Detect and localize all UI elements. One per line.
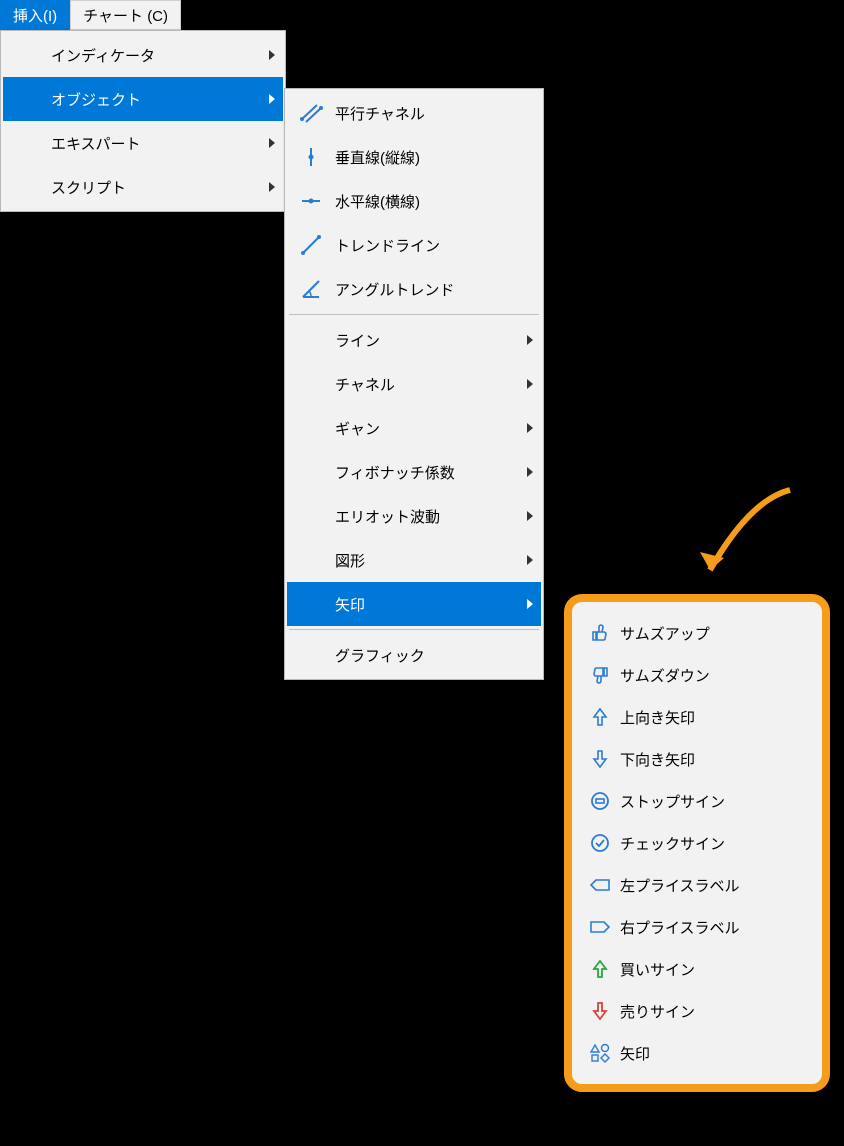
submenu-arrow-icon [527,467,533,477]
stop-sign-icon [586,791,614,811]
menu-thumbs-down-label: サムズダウン [620,665,798,686]
menu-indicators[interactable]: インディケータ [3,33,283,77]
menu-shapes-label: 図形 [335,550,507,571]
menu-parallel-channel-label: 平行チャネル [335,103,533,124]
menu-fibonacci[interactable]: フィボナッチ係数 [287,450,541,494]
arrow-down-icon [586,749,614,769]
menu-right-price[interactable]: 右プライスラベル [578,906,816,948]
menu-line[interactable]: ライン [287,318,541,362]
menu-experts-label: エキスパート [51,133,249,154]
menu-shapes[interactable]: 図形 [287,538,541,582]
vertical-line-icon [297,145,325,169]
dropdown-insert: インディケータ オブジェクト エキスパート スクリプト [0,30,286,212]
menu-horizontal-line[interactable]: 水平線(横線) [287,179,541,223]
menu-vertical-line-label: 垂直線(縦線) [335,147,533,168]
menu-channel-label: チャネル [335,374,507,395]
submenu-arrow-icon [527,379,533,389]
menu-graphics[interactable]: グラフィック [287,633,541,677]
menu-line-label: ライン [335,330,507,351]
left-price-label-icon [586,877,614,893]
menu-angle-trend-label: アングルトレンド [335,279,533,300]
arrow-shapes-icon [586,1043,614,1063]
submenu-arrow-icon [527,335,533,345]
thumbs-up-icon [586,623,614,643]
menu-elliott-label: エリオット波動 [335,506,507,527]
submenu-arrow-icon [269,94,275,104]
menu-trend-line[interactable]: トレンドライン [287,223,541,267]
menu-experts[interactable]: エキスパート [3,121,283,165]
menu-horizontal-line-label: 水平線(横線) [335,191,533,212]
buy-sign-icon [586,959,614,979]
submenu-arrow-icon [527,423,533,433]
trend-line-icon [297,233,325,257]
menu-arrow-label: 矢印 [620,1043,798,1064]
menu-vertical-line[interactable]: 垂直線(縦線) [287,135,541,179]
menu-parallel-channel[interactable]: 平行チャネル [287,91,541,135]
menu-scripts[interactable]: スクリプト [3,165,283,209]
sell-sign-icon [586,1001,614,1021]
menu-channel[interactable]: チャネル [287,362,541,406]
menu-thumbs-down[interactable]: サムズダウン [578,654,816,696]
menu-sell-sign-label: 売りサイン [620,1001,798,1022]
menubar-chart-label: チャート (C) [83,5,168,26]
menu-stop-sign[interactable]: ストップサイン [578,780,816,822]
menu-left-price[interactable]: 左プライスラベル [578,864,816,906]
menu-buy-sign-label: 買いサイン [620,959,798,980]
menu-stop-sign-label: ストップサイン [620,791,798,812]
menu-arrow-down[interactable]: 下向き矢印 [578,738,816,780]
horizontal-line-icon [297,189,325,213]
menu-objects[interactable]: オブジェクト [3,77,283,121]
submenu-arrow-icon [269,138,275,148]
menu-arrows-label: 矢印 [335,594,507,615]
menu-trend-line-label: トレンドライン [335,235,533,256]
submenu-arrow-icon [527,555,533,565]
menubar-insert-label: 挿入(I) [13,5,57,26]
separator [289,314,539,315]
submenu-arrow-icon [527,511,533,521]
menu-sell-sign[interactable]: 売りサイン [578,990,816,1032]
dropdown-arrows-callout: サムズアップ サムズダウン 上向き矢印 下向き矢印 ストップサイン チェックサイ… [564,594,830,1092]
thumbs-down-icon [586,665,614,685]
separator [289,629,539,630]
check-sign-icon [586,833,614,853]
menu-gann[interactable]: ギャン [287,406,541,450]
submenu-arrow-icon [269,50,275,60]
menubar-chart[interactable]: チャート (C) [70,0,181,30]
annotation-arrow-icon [690,480,810,600]
menu-objects-label: オブジェクト [51,89,249,110]
menu-check-sign[interactable]: チェックサイン [578,822,816,864]
menu-thumbs-up-label: サムズアップ [620,623,798,644]
menu-indicators-label: インディケータ [51,45,249,66]
angle-trend-icon [297,277,325,301]
menu-right-price-label: 右プライスラベル [620,917,798,938]
menu-gann-label: ギャン [335,418,507,439]
menu-arrow-down-label: 下向き矢印 [620,749,798,770]
dropdown-objects: 平行チャネル 垂直線(縦線) 水平線(横線) トレンドライン アングルトレンド … [284,88,544,680]
menubar: 挿入(I) チャート (C) [0,0,181,30]
menu-check-sign-label: チェックサイン [620,833,798,854]
right-price-label-icon [586,919,614,935]
menu-angle-trend[interactable]: アングルトレンド [287,267,541,311]
menu-scripts-label: スクリプト [51,177,249,198]
menu-arrow[interactable]: 矢印 [578,1032,816,1074]
menu-buy-sign[interactable]: 買いサイン [578,948,816,990]
menu-thumbs-up[interactable]: サムズアップ [578,612,816,654]
menu-arrow-up-label: 上向き矢印 [620,707,798,728]
menu-arrow-up[interactable]: 上向き矢印 [578,696,816,738]
menu-left-price-label: 左プライスラベル [620,875,798,896]
arrow-up-icon [586,707,614,727]
menubar-insert[interactable]: 挿入(I) [0,0,70,30]
submenu-arrow-icon [527,599,533,609]
parallel-channel-icon [297,101,325,125]
menu-fibonacci-label: フィボナッチ係数 [335,462,507,483]
menu-elliott[interactable]: エリオット波動 [287,494,541,538]
menu-arrows[interactable]: 矢印 [287,582,541,626]
submenu-arrow-icon [269,182,275,192]
menu-graphics-label: グラフィック [335,645,533,666]
